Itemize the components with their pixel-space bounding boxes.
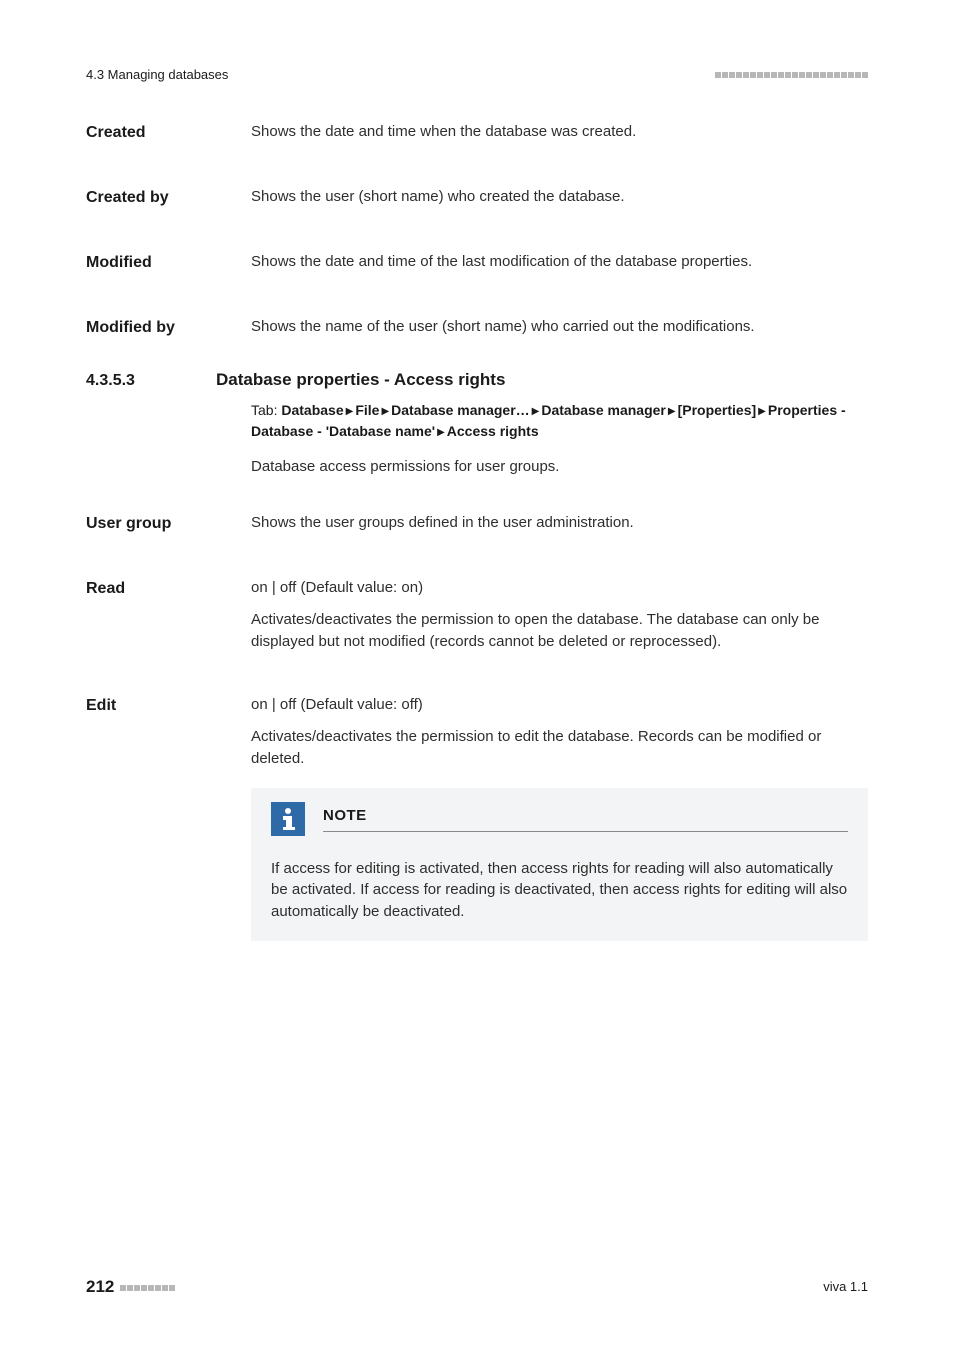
definition-created-by: Created by Shows the user (short name) w… [86,162,868,209]
default-close: ) [418,579,423,596]
chevron-right-icon: ▶ [344,406,356,417]
term-body: on | off (Default value: on) Activates/d… [251,553,868,652]
definition-edit: Edit on | off (Default value: off) Activ… [86,670,868,769]
footer-version: viva 1.1 [823,1278,868,1297]
definition-user-group: User group Shows the user groups defined… [86,488,868,535]
breadcrumb-part: Database [281,402,343,418]
breadcrumb-part: Database manager [541,402,666,418]
default-label: (Default value: [296,696,401,713]
chevron-right-icon: ▶ [435,427,447,438]
note-body: If access for editing is activated, then… [271,858,848,923]
chevron-right-icon: ▶ [379,406,391,417]
note-header: NOTE [271,788,848,842]
option-on: on [251,696,268,713]
option-description: Activates/deactivates the permission to … [251,726,868,770]
option-description: Activates/deactivates the permission to … [251,609,868,653]
chevron-right-icon: ▶ [666,406,678,417]
term-label: Created by [86,162,251,209]
note-title: NOTE [323,805,848,827]
section-title: Database properties - Access rights [216,368,505,393]
option-sep: | [268,579,280,596]
section-heading: 4.3.5.3 Database properties - Access rig… [86,368,868,393]
default-value: off [401,696,417,713]
breadcrumb-part: File [355,402,379,418]
default-label: (Default value: [296,579,401,596]
note-underline [323,831,848,832]
term-label: Edit [86,670,251,769]
header-section-label: 4.3 Managing databases [86,66,228,85]
term-label: Modified by [86,292,251,339]
section-intro: Database access permissions for user gro… [251,456,868,478]
footer-ornament [120,1285,175,1291]
term-label: Modified [86,227,251,274]
default-value: on [401,579,418,596]
header-ornament [715,72,868,78]
definition-read: Read on | off (Default value: on) Activa… [86,553,868,652]
chevron-right-icon: ▶ [530,406,542,417]
option-off: off [280,579,296,596]
footer-left: 212 [86,1275,175,1300]
breadcrumb: Tab: Database▶File▶Database manager…▶Dat… [251,400,868,442]
note-box: NOTE If access for editing is activated,… [251,788,868,941]
page-footer: 212 viva 1.1 [86,1275,868,1300]
breadcrumb-prefix: Tab: [251,402,281,418]
page-number: 212 [86,1275,114,1300]
definition-modified-by: Modified by Shows the name of the user (… [86,292,868,339]
info-icon [271,802,305,836]
option-line: on | off (Default value: off) [251,694,868,716]
definition-created: Created Shows the date and time when the… [86,121,868,144]
breadcrumb-part: Database manager… [391,402,530,418]
term-description: Shows the name of the user (short name) … [251,292,868,339]
chevron-right-icon: ▶ [756,406,768,417]
term-label: Read [86,553,251,652]
definition-modified: Modified Shows the date and time of the … [86,227,868,274]
option-on: on [251,579,268,596]
note-title-wrap: NOTE [323,805,848,832]
breadcrumb-part: [Properties] [678,402,757,418]
term-description: Shows the date and time when the databas… [251,121,868,144]
section-number: 4.3.5.3 [86,369,216,392]
breadcrumb-part: Access rights [447,423,539,439]
term-description: Shows the user groups defined in the use… [251,488,868,535]
option-line: on | off (Default value: on) [251,577,868,599]
term-description: Shows the user (short name) who created … [251,162,868,209]
option-off: off [280,696,296,713]
default-close: ) [418,696,423,713]
page-header: 4.3 Managing databases [86,66,868,85]
term-description: Shows the date and time of the last modi… [251,227,868,274]
option-sep: | [268,696,280,713]
term-label: Created [86,121,251,144]
term-label: User group [86,488,251,535]
term-body: on | off (Default value: off) Activates/… [251,670,868,769]
